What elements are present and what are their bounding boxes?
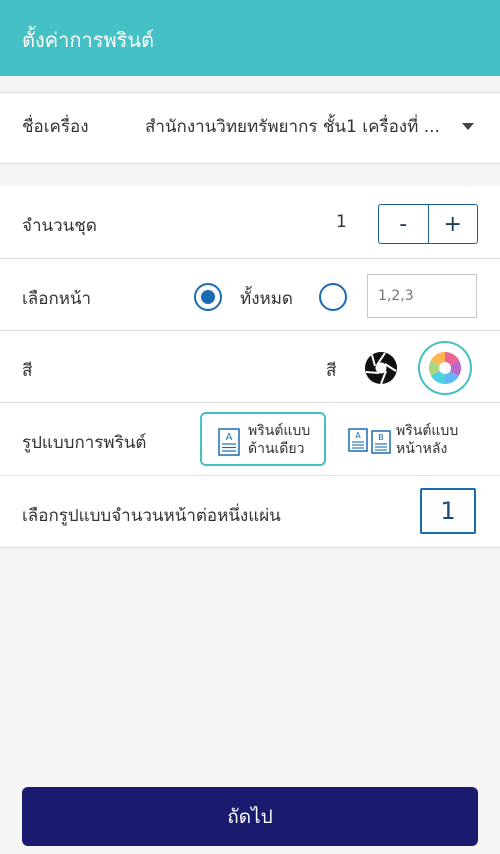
all-pages-label[interactable]: ทั้งหมด: [240, 285, 293, 312]
printer-label: ชื่อเครื่อง: [22, 117, 89, 137]
color-wheel-icon: [428, 352, 462, 384]
single-sided-label: พรินต์แบบ ด้านเดียว: [248, 423, 311, 457]
copies-row: จำนวนชุด 1 - +: [0, 186, 500, 259]
page-range-input[interactable]: [367, 274, 477, 318]
page-title: ตั้งค่าการพรินต์: [22, 28, 155, 52]
copies-label: จำนวนชุด: [22, 216, 97, 236]
pages-per-sheet-row: เลือกรูปแบบจำนวนหน้าต่อหนึ่งแผ่น 1: [0, 476, 500, 548]
next-button[interactable]: ถัดไป: [22, 787, 478, 846]
printer-value[interactable]: สำนักงานวิทยทรัพยากร ชั้น1 เครื่องที่ ..…: [145, 113, 455, 140]
pages-per-sheet-button[interactable]: 1: [420, 488, 476, 534]
copies-decrement-button[interactable]: -: [379, 205, 429, 243]
double-sided-label: พรินต์แบบ หน้าหลัง: [396, 423, 459, 457]
print-settings-panel: จำนวนชุด 1 - + เลือกหน้า ทั้งหมด สี สี: [0, 186, 500, 548]
copies-count: 1: [336, 212, 347, 232]
page-select-row: เลือกหน้า ทั้งหมด: [0, 259, 500, 331]
all-pages-radio[interactable]: [194, 283, 222, 311]
double-page-icon: A B: [348, 428, 391, 454]
svg-text:A: A: [355, 431, 361, 440]
svg-text:B: B: [378, 433, 384, 442]
svg-text:A: A: [226, 432, 233, 443]
double-sided-option[interactable]: A B พรินต์แบบ หน้าหลัง: [342, 412, 476, 466]
color-wheel-button[interactable]: [418, 341, 472, 395]
dropdown-caret-icon[interactable]: [462, 123, 474, 130]
single-sided-option[interactable]: A พรินต์แบบ ด้านเดียว: [200, 412, 326, 466]
page-select-label: เลือกหน้า: [22, 289, 92, 309]
black-white-aperture-icon[interactable]: [364, 351, 398, 385]
print-mode-label: รูปแบบการพรินต์: [22, 433, 147, 453]
radio-selected-dot: [201, 290, 215, 304]
printer-select[interactable]: ชื่อเครื่อง สำนักงานวิทยทรัพยากร ชั้น1 เ…: [0, 92, 500, 164]
print-mode-row: รูปแบบการพรินต์ A พรินต์แบบ ด้านเดียว A …: [0, 403, 500, 476]
copies-stepper: - +: [378, 204, 478, 244]
pages-per-sheet-label: เลือกรูปแบบจำนวนหน้าต่อหนึ่งแผ่น: [22, 506, 281, 526]
page-range-radio[interactable]: [319, 283, 347, 311]
app-header: ตั้งค่าการพรินต์: [0, 0, 500, 76]
color-label: สี: [22, 361, 33, 381]
color-option-label: สี: [326, 361, 337, 381]
copies-increment-button[interactable]: +: [429, 205, 478, 243]
color-row: สี สี: [0, 331, 500, 403]
single-page-icon: A: [218, 428, 240, 456]
